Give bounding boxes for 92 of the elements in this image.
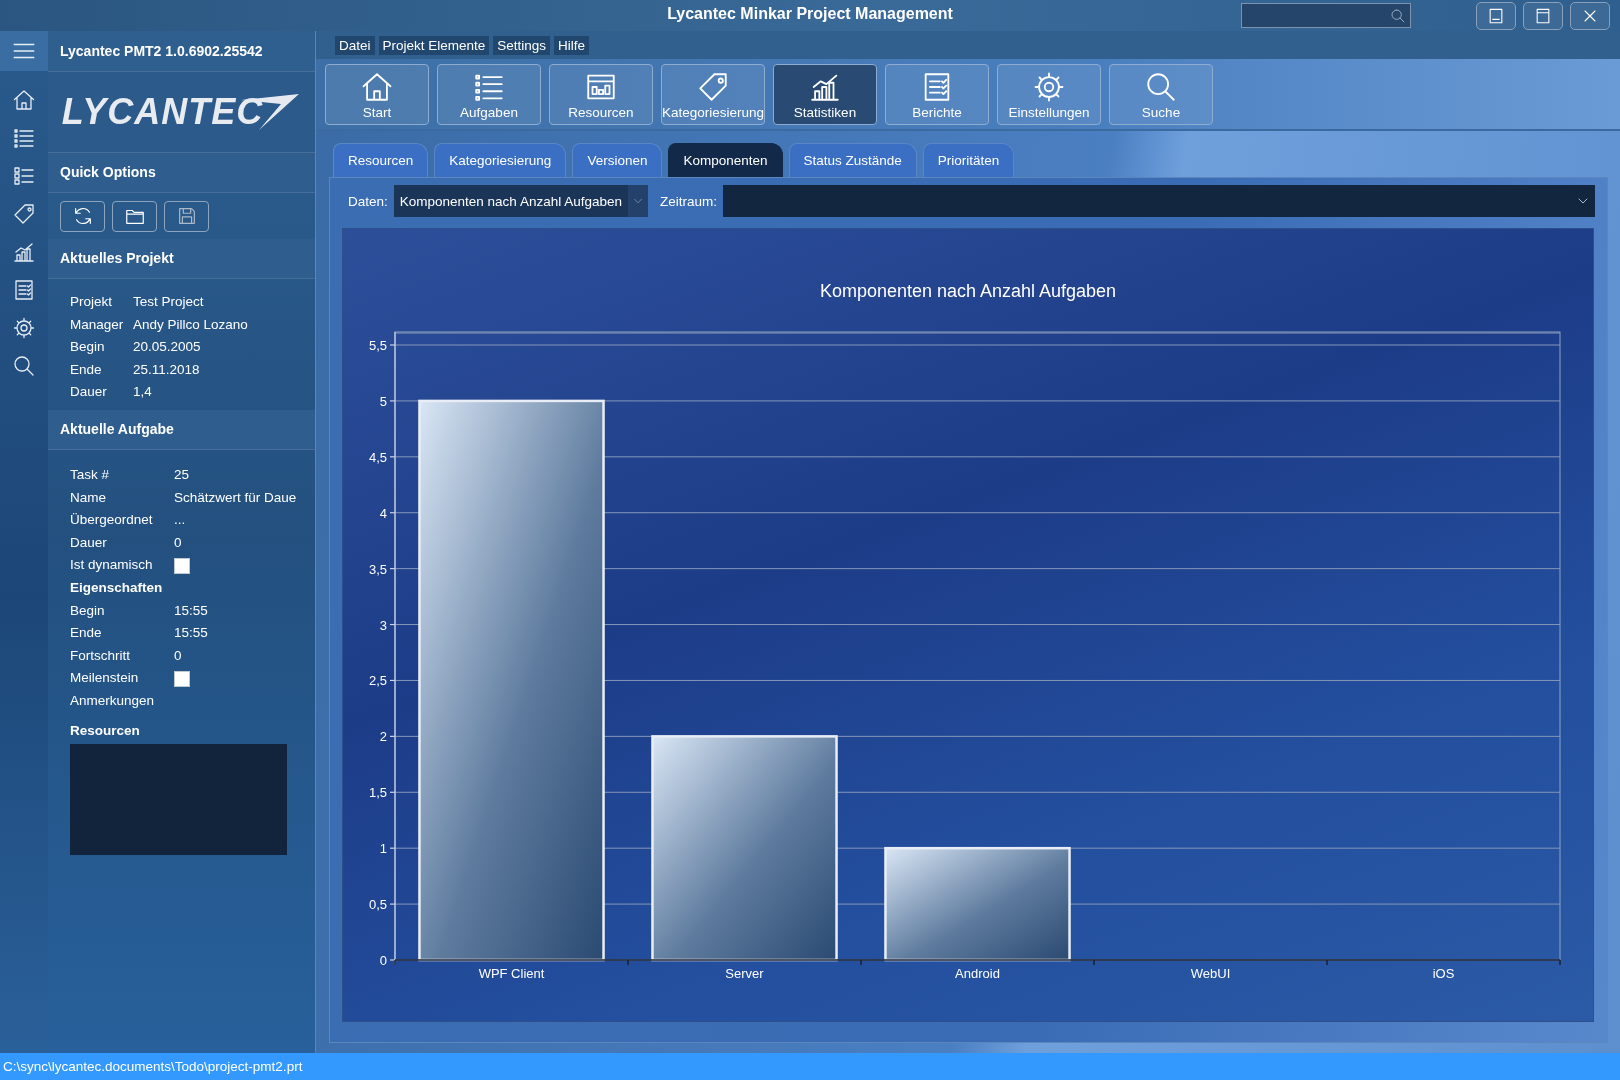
field-label: Daten: bbox=[348, 193, 388, 209]
field-label: Dauer bbox=[70, 533, 108, 552]
field-label: Ist dynamisch bbox=[70, 556, 154, 575]
axis-tick-label: 2,5 bbox=[368, 673, 387, 689]
axis-tick-label: 3,5 bbox=[368, 561, 387, 577]
field-label: Ende bbox=[70, 624, 103, 643]
field-value: Test Project bbox=[133, 293, 205, 311]
search-icon[interactable] bbox=[12, 354, 36, 378]
field-value: ... bbox=[174, 511, 187, 530]
toolbar-button[interactable]: Aufgaben bbox=[437, 63, 541, 125]
category-label: iOS bbox=[1432, 966, 1455, 981]
axis-tick-label: 2 bbox=[379, 729, 387, 745]
toolbar-button[interactable]: Einstellungen bbox=[997, 63, 1101, 125]
field-label: Übergeordnet bbox=[70, 511, 154, 530]
tab[interactable]: Versionen bbox=[572, 143, 663, 177]
category-label: Android bbox=[955, 966, 1000, 981]
menu-item[interactable]: Datei bbox=[335, 35, 375, 55]
report-icon[interactable] bbox=[12, 278, 36, 302]
field-value: 15:55 bbox=[174, 601, 209, 620]
axis-tick-label: 4,5 bbox=[368, 449, 387, 465]
field-label: Manager bbox=[70, 315, 125, 334]
axis-tick-label: 1 bbox=[379, 841, 387, 857]
open-button[interactable] bbox=[112, 200, 157, 232]
toolbar-button[interactable]: Suche bbox=[1109, 63, 1213, 125]
field-value: Schätzwert für Daue bbox=[174, 488, 298, 507]
field-label: Anmerkungen bbox=[70, 691, 156, 710]
group-heading: Resourcen bbox=[69, 721, 141, 740]
axis-tick-label: 3 bbox=[379, 617, 387, 633]
axis-tick-label: 5 bbox=[379, 393, 387, 409]
checklist-icon[interactable] bbox=[12, 164, 36, 188]
field-label: Task # bbox=[70, 465, 111, 484]
field-value: 1,4 bbox=[133, 383, 153, 402]
checkbox[interactable] bbox=[174, 557, 190, 574]
group-heading: Eigenschaften bbox=[70, 578, 164, 597]
field-label: Begin bbox=[70, 601, 106, 620]
settings-icon[interactable] bbox=[12, 316, 36, 340]
field-label: Name bbox=[70, 488, 107, 507]
category-label: Server bbox=[725, 966, 764, 981]
search-icon bbox=[1390, 7, 1406, 24]
toolbar-button[interactable]: Start bbox=[325, 63, 429, 125]
field-value: 0 bbox=[174, 646, 183, 665]
field-value: 20.05.2005 bbox=[133, 338, 202, 357]
toolbar-button[interactable]: Resourcen bbox=[549, 63, 653, 125]
window-title: Lycantec Minkar Project Management bbox=[666, 5, 954, 23]
category-label: WebUI bbox=[1190, 966, 1231, 981]
search-field[interactable] bbox=[1241, 3, 1411, 28]
toolbar-button[interactable]: Berichte bbox=[885, 63, 989, 125]
field-label: Begin bbox=[70, 338, 106, 357]
axis-tick-label: 4 bbox=[379, 505, 387, 521]
close-button[interactable] bbox=[1570, 1, 1610, 30]
chart-title: Komponenten nach Anzahl Aufgaben bbox=[819, 281, 1117, 301]
field-value: 15:55 bbox=[174, 624, 209, 643]
toolbar-button[interactable]: Kategoriesierung bbox=[661, 63, 765, 125]
axis-tick-label: 5,5 bbox=[368, 338, 387, 353]
tab[interactable]: Resourcen bbox=[333, 143, 429, 177]
menu-button[interactable] bbox=[0, 31, 48, 71]
field-value: 25 bbox=[174, 465, 191, 484]
section-title: Aktuelles Projekt bbox=[48, 239, 315, 279]
axis-tick-label: 0 bbox=[379, 953, 387, 968]
field-label: Meilenstein bbox=[70, 669, 140, 688]
tag-icon[interactable] bbox=[12, 202, 36, 226]
minimize-button[interactable] bbox=[1476, 1, 1516, 30]
section-title: Aktuelle Aufgabe bbox=[48, 409, 315, 450]
menu-item[interactable]: Settings bbox=[493, 35, 551, 55]
field-value: Andy Pillco Lozano bbox=[133, 315, 249, 334]
field-label: Fortschritt bbox=[70, 646, 131, 665]
save-button[interactable] bbox=[164, 200, 209, 232]
toolbar-button[interactable]: Statistiken bbox=[773, 63, 877, 125]
field-value: 0 bbox=[174, 533, 183, 552]
field-label: Zeitraum: bbox=[659, 193, 717, 209]
tab[interactable]: Prioritäten bbox=[922, 143, 1015, 177]
axis-tick-label: 0,5 bbox=[368, 897, 387, 913]
field-label: Ende bbox=[70, 360, 103, 379]
category-label: WPF Client bbox=[478, 966, 545, 981]
data-dropdown[interactable]: Komponenten nach Anzahl Aufgaben bbox=[393, 185, 648, 217]
list-icon[interactable] bbox=[12, 126, 36, 150]
field-label: Dauer bbox=[70, 383, 108, 402]
tab[interactable]: Kategoriesierung bbox=[434, 143, 567, 177]
refresh-button[interactable] bbox=[60, 200, 105, 232]
menu-item[interactable]: Hilfe bbox=[554, 35, 590, 55]
field-value: 25.11.2018 bbox=[133, 360, 201, 379]
logo: LYCANTEC bbox=[61, 91, 302, 133]
file-path: C:\sync\lycantec.documents\Todo\project-pmt2.prt bbox=[2, 1059, 303, 1074]
home-icon[interactable] bbox=[12, 88, 36, 112]
tab[interactable]: Status Zustände bbox=[788, 143, 917, 177]
section-title: Quick Options bbox=[48, 153, 315, 193]
menu-item[interactable]: Projekt Elemente bbox=[378, 35, 490, 55]
axis-tick-label: 1,5 bbox=[368, 785, 387, 801]
maximize-button[interactable] bbox=[1523, 1, 1563, 30]
checkbox[interactable] bbox=[174, 670, 190, 687]
tab[interactable]: Komponenten bbox=[668, 143, 783, 177]
field-label: Projekt bbox=[70, 293, 114, 311]
